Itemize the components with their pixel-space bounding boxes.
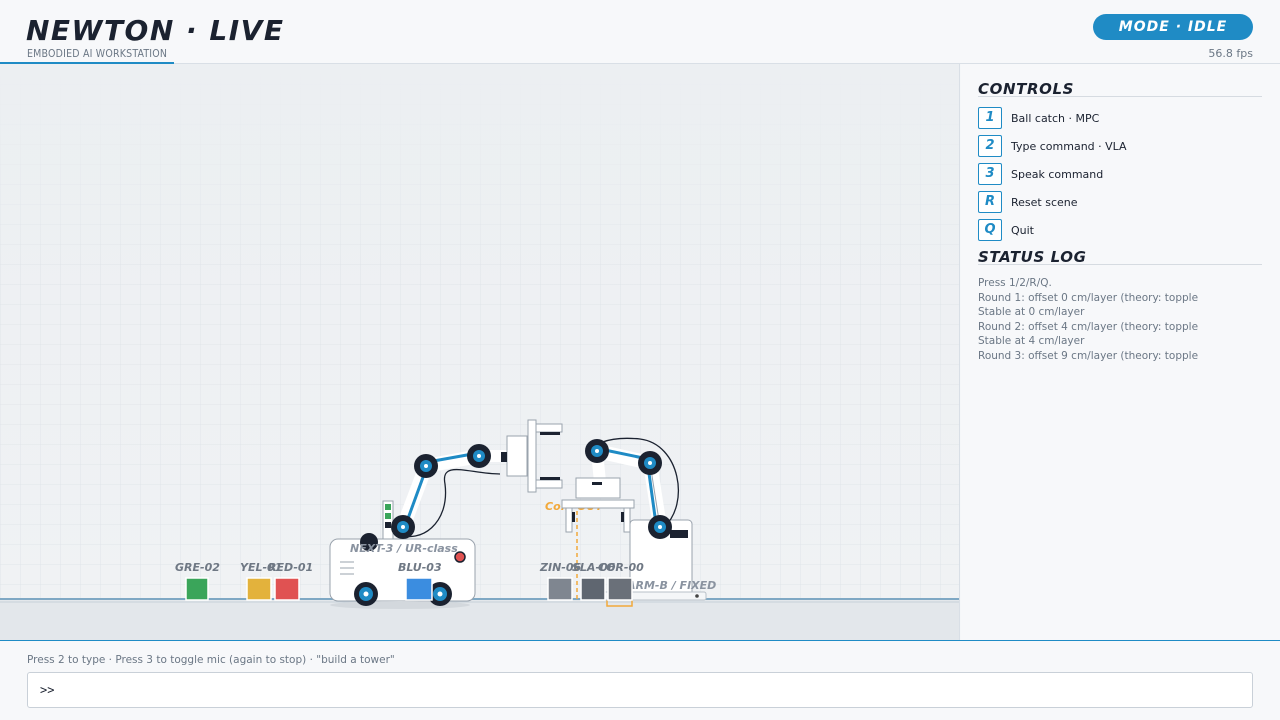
status-log-line: Round 1: offset 0 cm/layer (theory: topp… [978,292,1199,304]
command-footer: Press 2 to type · Press 3 to toggle mic … [0,640,1280,720]
app-subtitle: EMBODIED AI WORKSTATION [27,48,168,60]
key-2[interactable]: 2 [978,135,1002,157]
status-log-line: Stable at 4 cm/layer [978,335,1085,347]
control-label: Reset scene [1011,195,1078,209]
scene-sky [0,64,959,264]
fixed-robot-label: ARM-B / FIXED [626,579,716,592]
control-quit[interactable]: Q Quit [978,219,1034,241]
svg-text:RED-01: RED-01 [268,561,313,574]
control-reset-scene[interactable]: R Reset scene [978,191,1078,213]
key-r[interactable]: R [978,191,1002,213]
side-panel: CONTROLS 1 Ball catch · MPC 2 Type comma… [961,64,1280,640]
key-q[interactable]: Q [978,219,1002,241]
control-label: Type command · VLA [1011,139,1127,153]
status-log-line: Stable at 0 cm/layer [978,306,1085,318]
scene-canvas: Co... OUT ARM-B / FIXE [0,64,959,640]
app-header: NEWTON · LIVE EMBODIED AI WORKSTATION MO… [0,0,1280,65]
mobile-robot-label: NEXT-3 / UR-class [350,542,458,555]
control-type-command[interactable]: 2 Type command · VLA [978,135,1127,157]
input-hint: Press 2 to type · Press 3 to toggle mic … [27,654,395,666]
key-1[interactable]: 1 [978,107,1002,129]
control-label: Speak command [1011,167,1104,181]
svg-text:BLU-03: BLU-03 [398,561,442,574]
status-log-rule [978,264,1262,265]
controls-rule [978,96,1262,97]
status-log-line: Round 3: offset 9 cm/layer (theory: topp… [978,350,1199,362]
key-3[interactable]: 3 [978,163,1002,185]
fps-counter: 56.8 fps [1208,47,1253,60]
svg-text:GRE-02: GRE-02 [175,561,220,574]
control-speak-command[interactable]: 3 Speak command [978,163,1103,185]
mode-badge: MODE · IDLE [1093,14,1253,40]
command-input[interactable] [60,683,1252,697]
control-label: Quit [1011,223,1034,237]
simulation-viewport[interactable]: Co... OUT ARM-B / FIXE [0,64,960,640]
status-log-line: Round 2: offset 4 cm/layer (theory: topp… [978,321,1199,333]
control-label: Ball catch · MPC [1011,111,1100,125]
control-ball-catch[interactable]: 1 Ball catch · MPC [978,107,1099,129]
command-box[interactable]: >> [27,672,1253,708]
status-log-line: Press 1/2/R/Q. [978,277,1052,289]
command-prompt: >> [40,683,55,697]
svg-text:COR-00: COR-00 [598,561,644,574]
ground-floor [0,599,959,640]
app-title: NEWTON · LIVE [26,14,285,47]
